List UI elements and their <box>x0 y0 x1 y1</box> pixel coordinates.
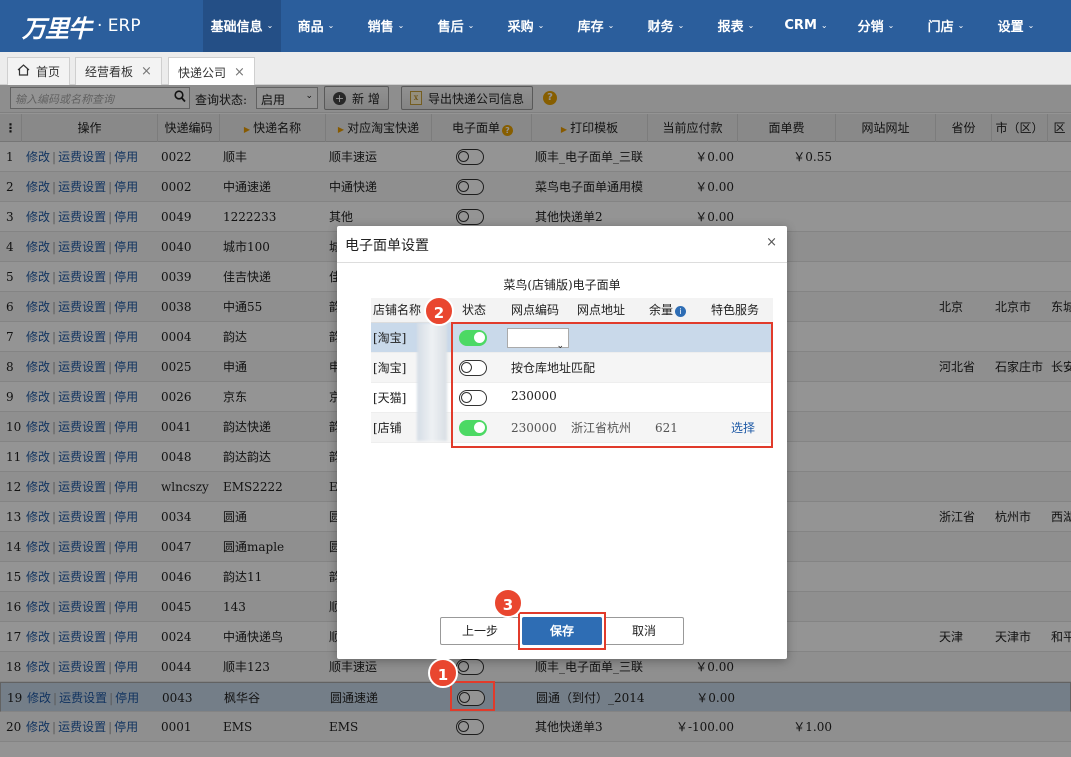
main-menu: 基础信息 ⌄ 商品 ⌄ 销售 ⌄ 售后 ⌄ 采购 ⌄ 库存 ⌄ 财务 ⌄ 报表 ⌄ CRM ⌄ 分销 ⌄ 门店 ⌄ 设置 ⌄ <box>203 0 1051 52</box>
col-status: 状态 <box>462 303 487 317</box>
tab-dashboard[interactable]: 经营看板 × <box>75 57 162 85</box>
app-logo: 万里牛 · ERP <box>22 12 141 43</box>
menu-item-label: 报表 <box>717 19 744 35</box>
chevron-down-icon: ⌄ <box>747 20 755 30</box>
tab-home-label: 首页 <box>36 65 61 79</box>
menu-item-label: 售后 <box>437 19 464 35</box>
chevron-down-icon: ⌄ <box>397 20 405 30</box>
menu-item-label: CRM <box>784 17 817 33</box>
close-icon[interactable]: × <box>766 235 777 250</box>
highlight-box <box>518 612 606 650</box>
shop-name: [淘宝] <box>373 361 407 375</box>
top-navigation-bar: 万里牛 · ERP 基础信息 ⌄ 商品 ⌄ 销售 ⌄ 售后 ⌄ 采购 ⌄ 库存 ⌄ 财务 ⌄ 报表 ⌄ CRM ⌄… <box>0 0 1071 52</box>
menu-item-label: 采购 <box>507 19 534 35</box>
menu-item-label: 分销 <box>857 19 884 35</box>
menu-item-label: 销售 <box>367 19 394 35</box>
menu-item[interactable]: 分销 ⌄ <box>841 0 911 52</box>
chevron-down-icon: ⌄ <box>957 20 965 30</box>
prev-step-button[interactable]: 上一步 <box>440 617 520 645</box>
dialog-title: 电子面单设置 <box>345 238 429 254</box>
chevron-down-icon: ⌄ <box>887 20 895 30</box>
tab-dashboard-label: 经营看板 <box>85 65 134 79</box>
menu-item[interactable]: 门店 ⌄ <box>911 0 981 52</box>
step-badge-2: 2 <box>424 296 454 326</box>
shop-name: [天猫] <box>373 391 407 405</box>
col-site-code: 网点编码 <box>511 303 560 317</box>
col-qty-label: 余量 <box>649 303 674 317</box>
menu-item[interactable]: 库存 ⌄ <box>561 0 631 52</box>
eface-settings-dialog: 电子面单设置 × 菜鸟(店铺版)电子面单 店铺名称 状态 网点编码 网点地址 余… <box>337 226 787 659</box>
menu-item[interactable]: 设置 ⌄ <box>981 0 1051 52</box>
menu-item-label: 商品 <box>297 19 324 35</box>
logo-mark: 万里牛 <box>22 13 92 43</box>
tab-bar: 首页 经营看板 × 快递公司 × <box>0 52 1071 86</box>
logo-suffix: · ERP <box>97 16 141 36</box>
col-site-addr: 网点地址 <box>577 303 626 317</box>
highlight-box <box>451 322 773 448</box>
chevron-down-icon: ⌄ <box>820 20 828 30</box>
col-qty: 余量 i <box>649 298 687 323</box>
chevron-down-icon: ⌄ <box>607 20 615 30</box>
home-icon <box>17 64 30 79</box>
menu-item[interactable]: 销售 ⌄ <box>351 0 421 52</box>
menu-item[interactable]: 报表 ⌄ <box>701 0 771 52</box>
menu-item-label: 门店 <box>927 19 954 35</box>
chevron-down-icon: ⌄ <box>467 20 475 30</box>
chevron-down-icon: ⌄ <box>537 20 545 30</box>
chevron-down-icon: ⌄ <box>266 20 274 30</box>
dialog-subtitle: 菜鸟(店铺版)电子面单 <box>503 278 621 292</box>
tab-express-label: 快递公司 <box>178 65 227 80</box>
shop-name: [店铺 <box>373 421 402 435</box>
redacted-shop-names <box>417 323 447 441</box>
step-badge-1: 1 <box>428 658 458 688</box>
close-icon[interactable]: × <box>234 65 245 80</box>
menu-item-label: 库存 <box>577 19 604 35</box>
menu-item[interactable]: 财务 ⌄ <box>631 0 701 52</box>
chevron-down-icon: ⌄ <box>677 20 685 30</box>
tab-express-company[interactable]: 快递公司 × <box>168 57 255 86</box>
menu-item[interactable]: CRM ⌄ <box>771 0 841 52</box>
cancel-button[interactable]: 取消 <box>604 617 684 645</box>
close-icon[interactable]: × <box>141 64 152 79</box>
menu-item[interactable]: 售后 ⌄ <box>421 0 491 52</box>
col-shop: 店铺名称 <box>373 303 422 317</box>
highlight-box <box>450 681 495 711</box>
menu-item[interactable]: 商品 ⌄ <box>281 0 351 52</box>
menu-item-label: 基础信息 <box>210 19 263 35</box>
col-service: 特色服务 <box>711 303 760 317</box>
chevron-down-icon: ⌄ <box>327 20 335 30</box>
menu-item-label: 设置 <box>997 19 1024 35</box>
shop-name: [淘宝] <box>373 331 407 345</box>
menu-item[interactable]: 采购 ⌄ <box>491 0 561 52</box>
menu-item[interactable]: 基础信息 ⌄ <box>203 0 281 52</box>
tab-home[interactable]: 首页 <box>7 57 71 85</box>
divider <box>337 262 787 263</box>
info-icon[interactable]: i <box>675 306 687 317</box>
chevron-down-icon: ⌄ <box>1027 20 1035 30</box>
menu-item-label: 财务 <box>647 19 674 35</box>
step-badge-3: 3 <box>493 588 523 618</box>
